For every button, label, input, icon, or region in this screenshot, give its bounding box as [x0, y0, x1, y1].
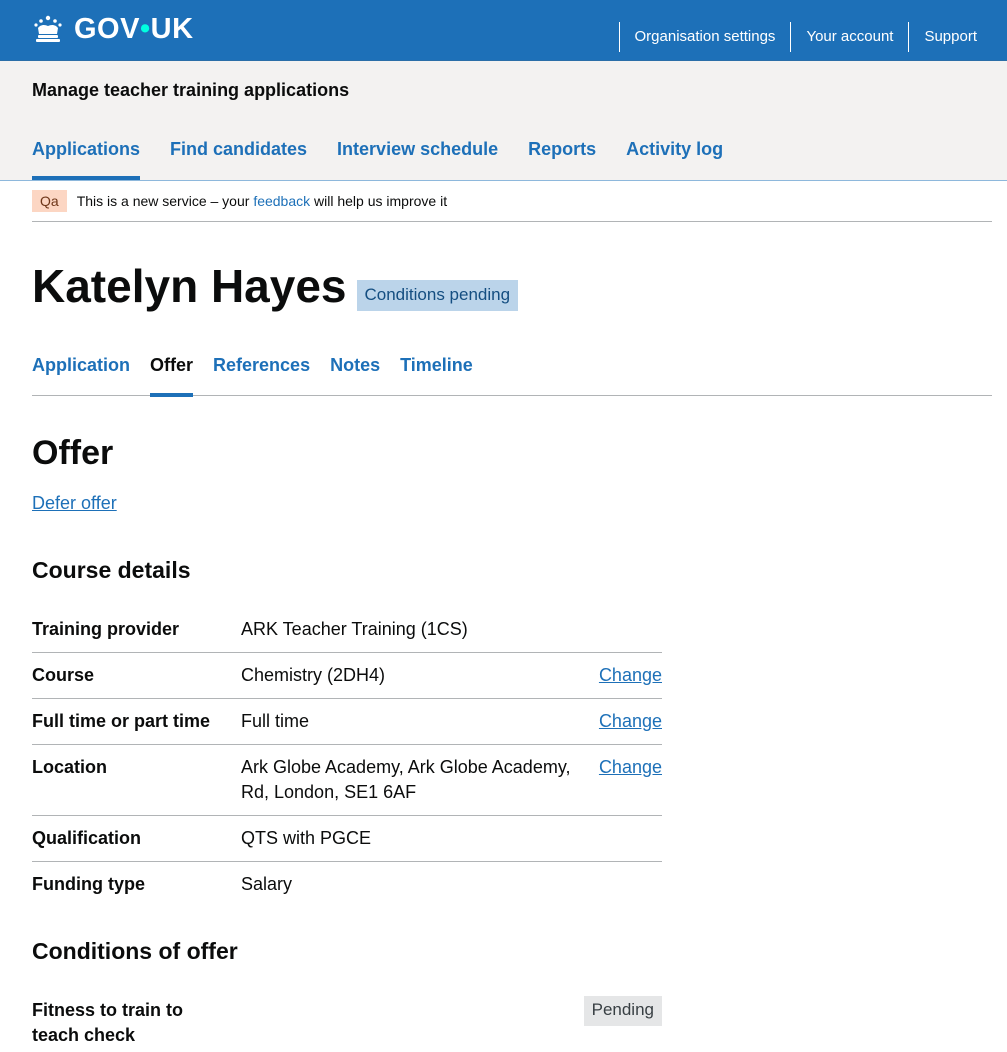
- condition-status-badge: Pending: [583, 996, 662, 1026]
- govuk-logo-text: GOV•UK: [74, 13, 194, 45]
- phase-banner: Qa This is a new service – your feedback…: [32, 181, 992, 222]
- tab-offer[interactable]: Offer: [150, 352, 194, 397]
- header-links: Organisation settings Your account Suppo…: [618, 22, 992, 52]
- primary-navigation: Applications Find candidates Interview s…: [32, 139, 753, 180]
- summary-row-course: Course Chemistry (2DH4) Change: [32, 653, 662, 699]
- summary-row-funding-type: Funding type Salary: [32, 862, 662, 907]
- condition-name: Fitness to train to teach check: [32, 1000, 184, 1045]
- conditions-heading: Conditions of offer: [32, 938, 238, 964]
- summary-key: Training provider: [32, 619, 180, 639]
- change-location-link[interactable]: Change: [599, 757, 662, 777]
- change-course-link[interactable]: Change: [599, 665, 662, 685]
- offer-title: Offer: [32, 434, 114, 472]
- page-title: Katelyn Hayes: [32, 260, 347, 312]
- tab-application[interactable]: Application: [32, 352, 130, 396]
- summary-action: [596, 816, 662, 861]
- summary-action: [596, 607, 662, 652]
- govuk-logo-link[interactable]: GOV•UK: [32, 14, 194, 44]
- summary-value: Full time: [241, 711, 310, 731]
- summary-row-qualification: Qualification QTS with PGCE: [32, 816, 662, 862]
- tab-references[interactable]: References: [213, 352, 310, 396]
- summary-action: Change: [596, 745, 662, 815]
- service-header: Manage teacher training applications App…: [0, 61, 1007, 181]
- header-link-your-account[interactable]: Your account: [790, 22, 908, 52]
- nav-activity-log[interactable]: Activity log: [626, 139, 723, 180]
- service-name: Manage teacher training applications: [32, 80, 350, 100]
- summary-key: Course: [32, 665, 95, 685]
- nav-reports[interactable]: Reports: [528, 139, 596, 180]
- summary-value: Ark Globe Academy, Ark Globe Academy, Rd…: [241, 757, 571, 802]
- crown-icon: [32, 14, 64, 44]
- header-link-organisation-settings[interactable]: Organisation settings: [618, 22, 791, 52]
- summary-value: Salary: [241, 874, 293, 894]
- feedback-link[interactable]: feedback: [253, 193, 310, 209]
- summary-row-location: Location Ark Globe Academy, Ark Globe Ac…: [32, 745, 662, 816]
- summary-action: Change: [596, 653, 662, 698]
- tab-notes[interactable]: Notes: [330, 352, 380, 396]
- change-study-mode-link[interactable]: Change: [599, 711, 662, 731]
- summary-key: Location: [32, 757, 107, 777]
- summary-key: Full time or part time: [32, 711, 211, 731]
- phase-tag: Qa: [32, 190, 67, 212]
- summary-row-study-mode: Full time or part time Full time Change: [32, 699, 662, 745]
- summary-action: Change: [596, 699, 662, 744]
- nav-find-candidates[interactable]: Find candidates: [170, 139, 307, 180]
- status-badge: Conditions pending: [356, 279, 519, 311]
- tab-timeline[interactable]: Timeline: [400, 352, 473, 396]
- candidate-heading: Katelyn Hayes Conditions pending: [32, 258, 519, 314]
- application-sub-navigation: Application Offer References Notes Timel…: [32, 352, 992, 397]
- summary-key: Qualification: [32, 828, 142, 848]
- header-link-support[interactable]: Support: [908, 22, 992, 52]
- defer-offer-link[interactable]: Defer offer: [32, 493, 117, 514]
- nav-interview-schedule[interactable]: Interview schedule: [337, 139, 498, 180]
- condition-row: Fitness to train to teach check Pending: [32, 996, 662, 1048]
- summary-action: [596, 862, 662, 907]
- course-details-summary: Training provider ARK Teacher Training (…: [32, 607, 662, 907]
- summary-row-training-provider: Training provider ARK Teacher Training (…: [32, 607, 662, 653]
- govuk-header: GOV•UK Organisation settings Your accoun…: [0, 0, 1007, 61]
- summary-value: Chemistry (2DH4): [241, 665, 386, 685]
- course-details-heading: Course details: [32, 557, 191, 583]
- summary-value: QTS with PGCE: [241, 828, 372, 848]
- summary-key: Funding type: [32, 874, 145, 894]
- summary-value: ARK Teacher Training (1CS): [241, 619, 468, 639]
- phase-banner-text: This is a new service – your feedback wi…: [76, 193, 448, 209]
- nav-applications[interactable]: Applications: [32, 139, 141, 180]
